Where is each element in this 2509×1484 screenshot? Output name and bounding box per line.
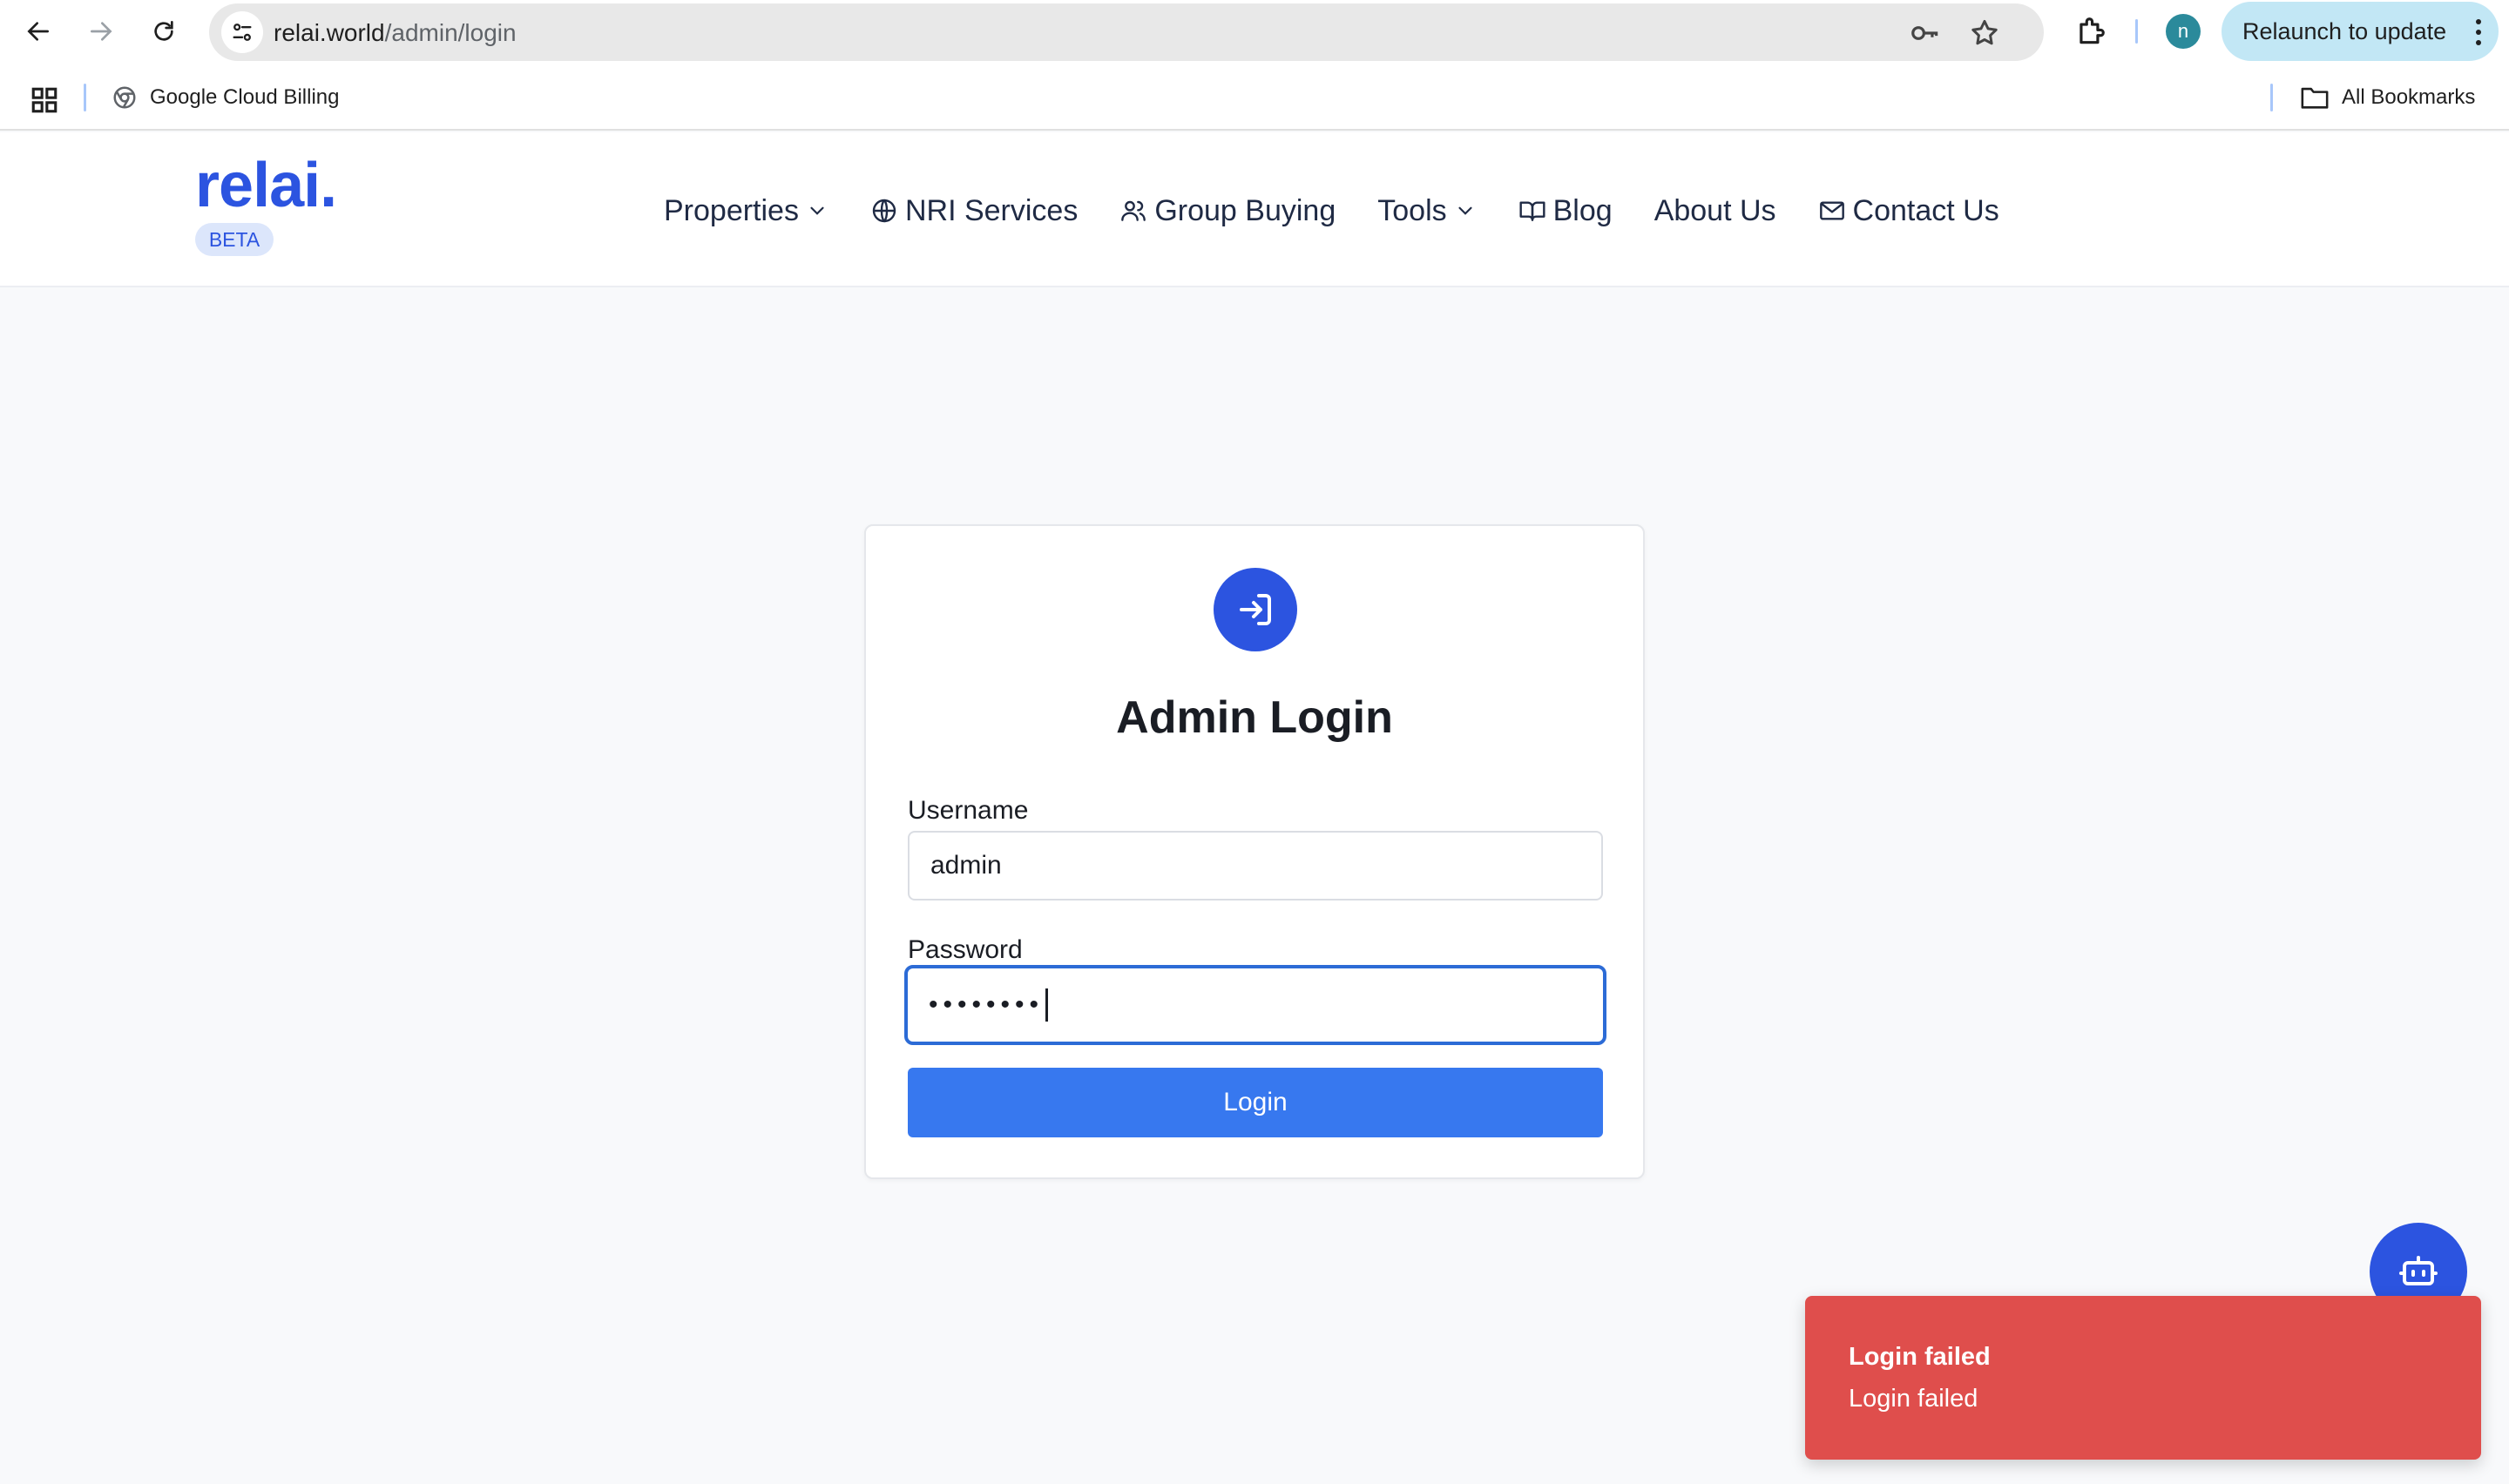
reload-icon bbox=[154, 21, 173, 41]
bookmarks-divider bbox=[84, 84, 86, 111]
nav-contact-us-label: Contact Us bbox=[1852, 193, 1999, 227]
username-label: Username bbox=[908, 796, 1029, 825]
nav-blog[interactable]: Blog bbox=[1518, 194, 1613, 228]
users-icon bbox=[1121, 200, 1146, 221]
password-label: Password bbox=[908, 935, 1023, 964]
mail-icon bbox=[1819, 201, 1844, 220]
bookmark-star-icon[interactable] bbox=[1967, 16, 2002, 51]
relaunch-label: Relaunch to update bbox=[2242, 17, 2447, 44]
nav-properties-label: Properties bbox=[664, 193, 799, 227]
browser-toolbar: relai.world/admin/login n Relaunch to up… bbox=[0, 0, 2509, 63]
nav-nri-services-label: NRI Services bbox=[904, 193, 1079, 227]
book-open-icon bbox=[1519, 201, 1545, 221]
site-header: relai. BETA Properties NRI Services Grou… bbox=[0, 132, 2509, 287]
nav-properties[interactable]: Properties bbox=[664, 194, 828, 228]
username-field[interactable]: admin bbox=[908, 831, 1603, 901]
extensions-icon[interactable] bbox=[2072, 12, 2110, 51]
nav-contact-us[interactable]: Contact Us bbox=[1818, 194, 1999, 228]
reload-button[interactable] bbox=[143, 10, 185, 52]
username-value: admin bbox=[930, 851, 1002, 880]
folder-icon bbox=[2301, 87, 2329, 109]
main-nav: Properties NRI Services Group Buying Too… bbox=[664, 188, 2041, 233]
bookmarks-bar: Google Cloud Billing All Bookmarks bbox=[0, 63, 2509, 131]
error-toast[interactable]: Login failed Login failed bbox=[1805, 1296, 2481, 1460]
password-value: •••••••• bbox=[929, 990, 1045, 1019]
beta-badge: BETA bbox=[195, 223, 274, 256]
bot-icon bbox=[2399, 1256, 2438, 1285]
chrome-web-store-icon bbox=[113, 86, 136, 109]
password-field[interactable]: •••••••• bbox=[904, 965, 1606, 1045]
login-button[interactable]: Login bbox=[908, 1068, 1603, 1137]
site-logo[interactable]: relai. bbox=[195, 150, 337, 221]
nav-blog-label: Blog bbox=[1552, 193, 1613, 227]
password-key-icon[interactable] bbox=[1908, 16, 1943, 51]
nav-group-buying-label: Group Buying bbox=[1154, 193, 1336, 227]
apps-grid-icon[interactable] bbox=[30, 85, 59, 115]
nav-about-us[interactable]: About Us bbox=[1654, 194, 1776, 228]
page-title: Admin Login bbox=[1116, 692, 1393, 743]
bookmark-label: Google Cloud Billing bbox=[150, 85, 340, 109]
relaunch-button[interactable]: Relaunch to update bbox=[2222, 2, 2499, 61]
all-bookmarks-button[interactable]: All Bookmarks bbox=[2300, 82, 2475, 113]
nav-tools[interactable]: Tools bbox=[1377, 194, 1476, 228]
url-text[interactable]: relai.world/admin/login bbox=[274, 19, 517, 47]
nav-tools-label: Tools bbox=[1377, 193, 1447, 227]
url-path: /admin/login bbox=[384, 19, 517, 46]
nav-nri-services[interactable]: NRI Services bbox=[870, 194, 1078, 228]
nav-group-buying[interactable]: Group Buying bbox=[1119, 194, 1336, 228]
all-bookmarks-label: All Bookmarks bbox=[2342, 85, 2476, 109]
bookmark-google-cloud-billing[interactable]: Google Cloud Billing bbox=[112, 82, 339, 113]
profile-avatar[interactable]: n bbox=[2166, 14, 2201, 49]
admin-login-card: Admin Login Username admin Password ••••… bbox=[864, 524, 1645, 1179]
arrow-right-icon bbox=[91, 22, 112, 41]
url-host: relai.world bbox=[274, 19, 385, 46]
nav-about-us-label: About Us bbox=[1654, 193, 1776, 227]
toolbar-divider bbox=[2135, 19, 2138, 44]
globe-icon bbox=[872, 199, 896, 223]
chevron-down-icon bbox=[1458, 206, 1472, 215]
login-icon bbox=[1214, 568, 1297, 651]
back-button[interactable] bbox=[17, 10, 59, 52]
bookmarks-divider-right bbox=[2270, 84, 2273, 111]
address-bar[interactable]: relai.world/admin/login bbox=[209, 3, 2044, 61]
text-caret bbox=[1045, 988, 1049, 1022]
forward-button[interactable] bbox=[80, 10, 122, 52]
toast-message: Login failed bbox=[1849, 1385, 1978, 1413]
site-info-icon[interactable] bbox=[221, 11, 263, 53]
toast-title: Login failed bbox=[1849, 1343, 1991, 1371]
arrow-left-icon bbox=[27, 22, 49, 41]
more-menu-icon[interactable] bbox=[2476, 19, 2481, 45]
chevron-down-icon bbox=[810, 206, 824, 215]
